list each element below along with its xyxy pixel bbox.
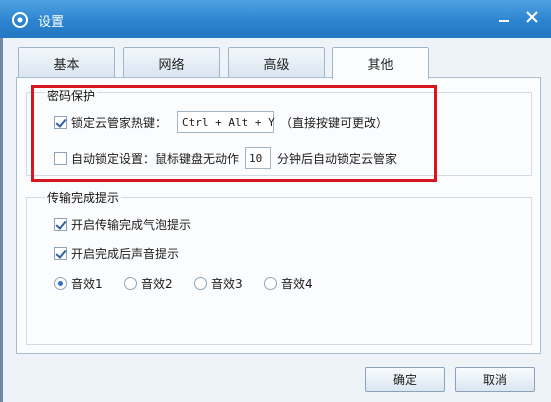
effect-2-option[interactable]: 音效2 xyxy=(124,275,173,292)
effect-1-option[interactable]: 音效1 xyxy=(54,275,103,292)
effect-4-radio[interactable] xyxy=(264,277,277,290)
highlight-annotation-box xyxy=(31,85,437,182)
tab-basic[interactable]: 基本 xyxy=(18,47,115,78)
tab-bar: 基本 网络 高级 其他 xyxy=(16,47,536,79)
close-button[interactable] xyxy=(521,8,543,28)
cancel-button[interactable]: 取消 xyxy=(455,367,535,392)
tab-other[interactable]: 其他 xyxy=(332,47,429,79)
effect-3-label: 音效3 xyxy=(211,277,243,291)
effect-2-label: 音效2 xyxy=(141,277,173,291)
effect-2-radio[interactable] xyxy=(124,277,137,290)
effect-4-label: 音效4 xyxy=(281,277,313,291)
minimize-icon xyxy=(498,11,510,26)
effect-4-option[interactable]: 音效4 xyxy=(264,275,313,292)
ok-button[interactable]: 确定 xyxy=(365,367,445,392)
window-edge xyxy=(0,38,3,402)
tab-network[interactable]: 网络 xyxy=(123,47,220,78)
effect-1-radio[interactable] xyxy=(54,277,67,290)
bubble-checkbox[interactable] xyxy=(54,218,67,231)
gear-icon xyxy=(11,11,29,29)
effect-3-option[interactable]: 音效3 xyxy=(194,275,243,292)
close-icon xyxy=(526,10,538,26)
transfer-notify-title: 传输完成提示 xyxy=(45,189,122,206)
minimize-button[interactable] xyxy=(493,8,515,28)
effect-1-label: 音效1 xyxy=(71,277,103,291)
window-title: 设置 xyxy=(38,15,65,30)
sound-row: 开启完成后声音提示 xyxy=(54,245,179,262)
settings-window: 设置 基本 网络 高级 其他 密码保护 锁定云管家热键： Ctrl + Alt … xyxy=(0,0,551,402)
bubble-row: 开启传输完成气泡提示 xyxy=(54,216,191,233)
effect-3-radio[interactable] xyxy=(194,277,207,290)
sound-label: 开启完成后声音提示 xyxy=(71,247,180,261)
tab-advanced[interactable]: 高级 xyxy=(228,47,325,78)
title-bar[interactable]: 设置 xyxy=(0,0,551,38)
sound-checkbox[interactable] xyxy=(54,247,67,260)
bubble-label: 开启传输完成气泡提示 xyxy=(71,218,192,232)
